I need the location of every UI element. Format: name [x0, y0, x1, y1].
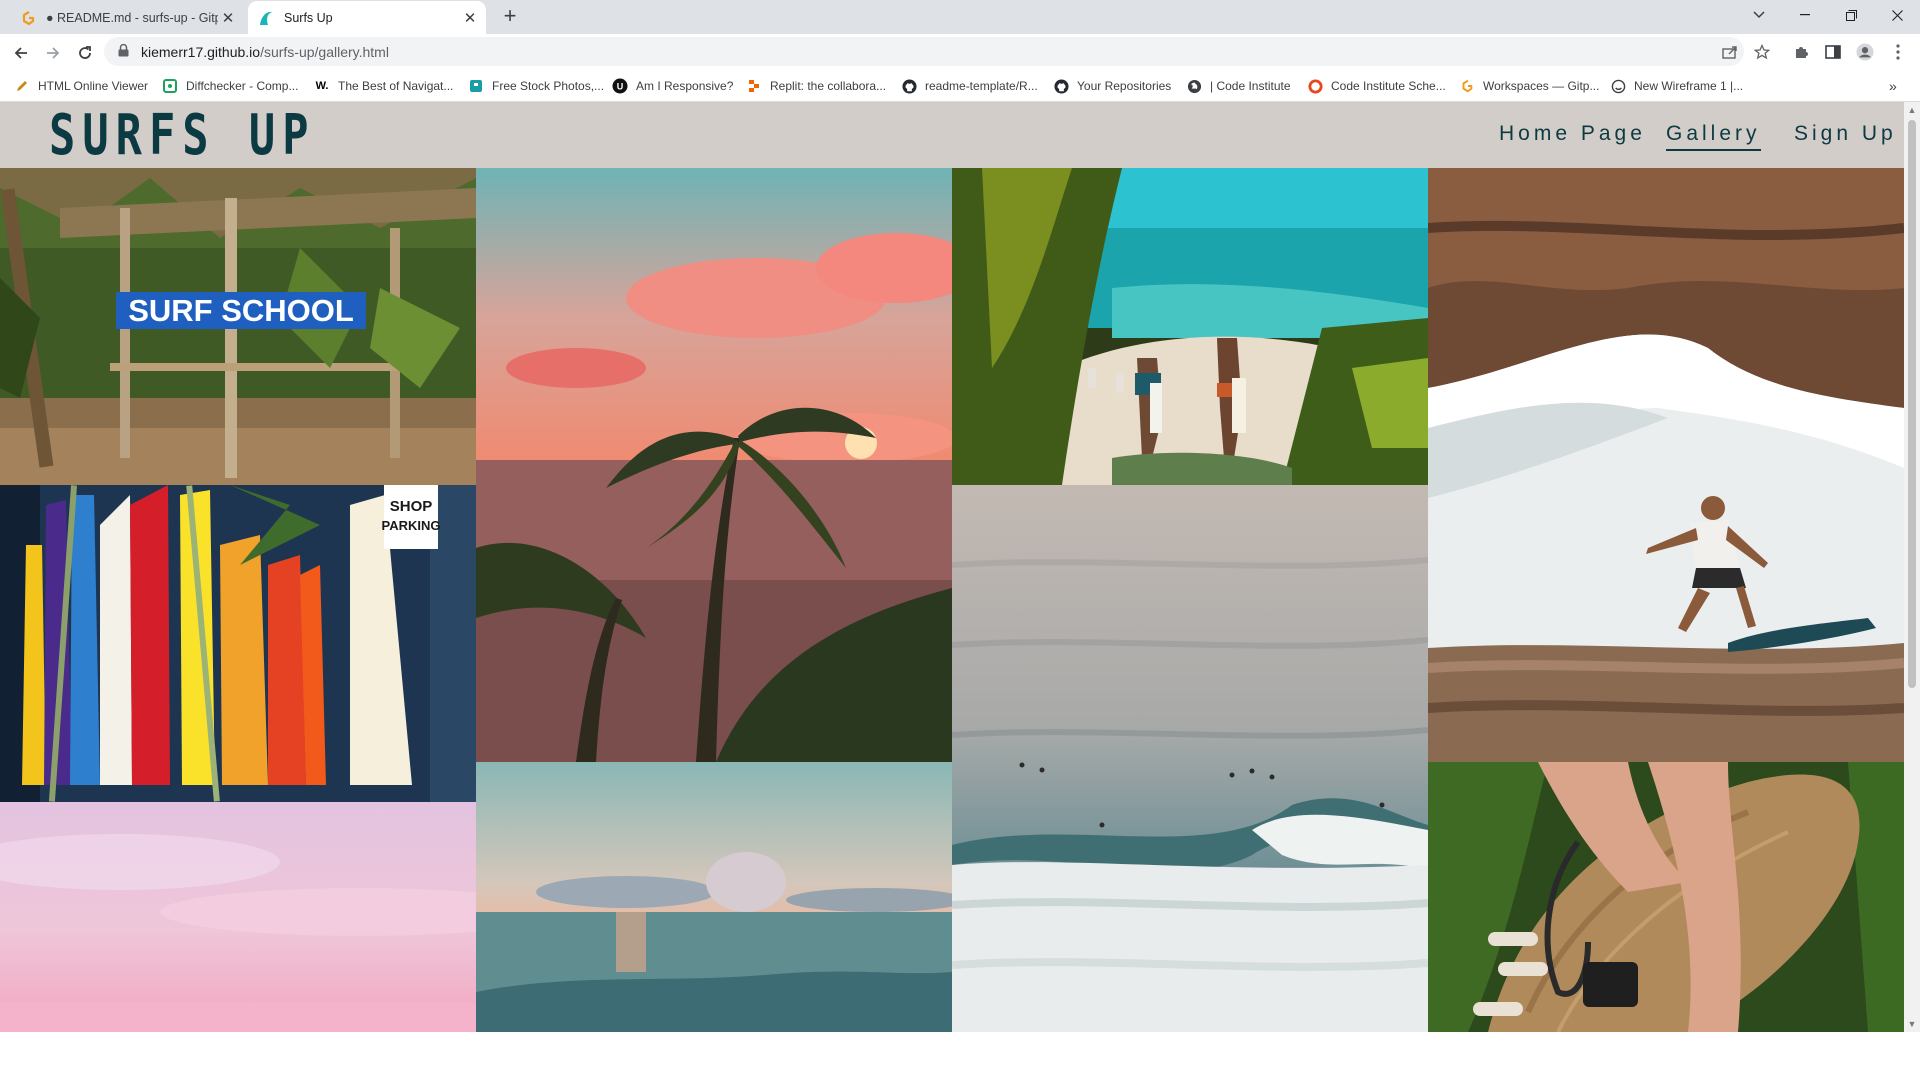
url-host: kiemerr17.github.io — [141, 43, 261, 60]
photo-surfer-barrel[interactable] — [1428, 168, 1904, 762]
address-bar[interactable]: kiemerr17.github.io/surfs-up/gallery.htm… — [104, 37, 1744, 66]
bookmark-label: Your Repositories — [1077, 79, 1172, 93]
extensions-puzzle-icon[interactable] — [1792, 43, 1810, 61]
more-bookmarks-icon[interactable]: » — [1889, 77, 1897, 95]
bookmark-html-online-viewer[interactable]: HTML Online Viewer — [14, 77, 148, 95]
photo-surf-school[interactable]: SURF SCHOOL — [0, 168, 476, 485]
bookmark-code-institute-schedule[interactable]: Code Institute Sche... — [1307, 77, 1446, 95]
bookmark-label: Am I Responsive? — [636, 79, 734, 93]
close-tab-icon[interactable]: ✕ — [460, 9, 480, 27]
close-tab-icon[interactable]: ✕ — [218, 9, 238, 27]
bookmarks-bar: HTML Online Viewer Diffchecker - Comp...… — [0, 70, 1920, 102]
photo-palm-sunset[interactable] — [476, 168, 952, 762]
tab-label: Surfs Up — [284, 10, 333, 25]
diffchecker-icon — [162, 78, 178, 94]
scrollbar-thumb[interactable] — [1908, 120, 1916, 688]
ring-icon — [1307, 78, 1323, 94]
bookmark-label: Free Stock Photos,... — [492, 79, 605, 93]
bookmark-label: Diffchecker - Comp... — [186, 79, 299, 93]
profile-avatar-icon[interactable] — [1856, 43, 1874, 61]
scroll-up-arrow-icon[interactable]: ▲ — [1906, 104, 1918, 116]
bookmark-best-of-navigation[interactable]: W. The Best of Navigat... — [314, 77, 454, 95]
photo-calm-ocean-dusk[interactable] — [476, 762, 952, 1032]
github-icon — [901, 78, 917, 94]
w-logo-icon: W. — [315, 80, 329, 92]
tab-strip: ● README.md - surfs-up - Gitpod ✕ Surfs … — [0, 0, 1920, 34]
photo-gallery: SURF SCHOOL SHOP PARKING — [0, 168, 1904, 1032]
photo-pink-sky[interactable] — [0, 802, 476, 1032]
restore-icon[interactable] — [1828, 0, 1874, 30]
bookmark-label: | Code Institute — [1210, 79, 1291, 93]
page-viewport: SURFS UP Home Page Gallery Sign Up SURF … — [0, 102, 1904, 1032]
replit-icon — [746, 78, 762, 94]
svg-text:U: U — [617, 82, 624, 92]
forward-arrow-icon[interactable] — [40, 40, 66, 66]
bookmark-label: Replit: the collabora... — [770, 79, 887, 93]
stock-photo-icon — [468, 78, 484, 94]
nav-home-page[interactable]: Home Page — [1499, 122, 1646, 149]
bookmark-readme-template[interactable]: readme-template/R... — [901, 77, 1038, 95]
tab-surfs-up[interactable]: Surfs Up ✕ — [248, 1, 486, 34]
bookmark-your-repositories[interactable]: Your Repositories — [1053, 77, 1171, 95]
bookmark-label: The Best of Navigat... — [338, 79, 454, 93]
tab-readme-gitpod[interactable]: ● README.md - surfs-up - Gitpod ✕ — [12, 1, 244, 34]
tab-label: ● README.md - surfs-up - Gitpod — [46, 10, 218, 25]
shop-parking-sign-text: SHOP — [390, 498, 433, 515]
site-header: SURFS UP Home Page Gallery Sign Up — [0, 102, 1904, 168]
bookmark-am-i-responsive[interactable]: U Am I Responsive? — [612, 77, 733, 95]
bookmark-replit[interactable]: Replit: the collabora... — [746, 77, 886, 95]
bookmark-label: HTML Online Viewer — [38, 79, 149, 93]
bookmark-free-stock-photos[interactable]: Free Stock Photos,... — [468, 77, 604, 95]
scroll-down-arrow-icon[interactable]: ▼ — [1906, 1018, 1918, 1030]
responsive-icon: U — [612, 78, 628, 94]
tab-search-icon[interactable] — [1736, 0, 1782, 30]
minimize-icon[interactable] — [1782, 0, 1828, 30]
bookmark-new-wireframe[interactable]: New Wireframe 1 |... — [1610, 77, 1743, 95]
smiley-icon — [1610, 78, 1626, 94]
lock-icon[interactable] — [118, 43, 129, 60]
close-window-icon[interactable] — [1874, 0, 1920, 30]
bookmark-label: Code Institute Sche... — [1331, 79, 1446, 93]
nav-sign-up[interactable]: Sign Up — [1794, 122, 1897, 149]
gitpod-icon — [20, 10, 36, 26]
url-path: /surfs-up/gallery.html — [260, 43, 389, 60]
nav-gallery[interactable]: Gallery — [1666, 122, 1761, 151]
bookmark-code-institute[interactable]: | Code Institute — [1186, 77, 1291, 95]
photo-beach-walkers[interactable] — [952, 168, 1428, 485]
reload-icon[interactable] — [72, 40, 98, 66]
menu-kebab-icon[interactable] — [1889, 43, 1907, 61]
site-logo[interactable]: SURFS UP — [49, 104, 316, 168]
browser-toolbar: kiemerr17.github.io/surfs-up/gallery.htm… — [0, 34, 1920, 70]
browser-window: ● README.md - surfs-up - Gitpod ✕ Surfs … — [0, 0, 1920, 1080]
wave-icon — [258, 10, 274, 26]
photo-aerial-waves[interactable] — [952, 485, 1428, 1032]
share-icon[interactable] — [1721, 43, 1739, 61]
bookmark-label: Workspaces — Gitp... — [1483, 79, 1600, 93]
bookmark-workspaces-gitpod[interactable]: Workspaces — Gitp... — [1459, 77, 1599, 95]
bookmark-label: New Wireframe 1 |... — [1634, 79, 1744, 93]
new-tab-button[interactable]: + — [498, 5, 522, 29]
back-arrow-icon[interactable] — [8, 40, 34, 66]
parking-sign-text: PARKING — [382, 518, 441, 533]
photo-surfboard-rack[interactable]: SHOP PARKING — [0, 485, 476, 802]
side-panel-icon[interactable] — [1824, 43, 1842, 61]
bookmark-label: readme-template/R... — [925, 79, 1038, 93]
surf-school-sign-text: SURF SCHOOL — [128, 293, 354, 328]
github-icon — [1053, 78, 1069, 94]
bookmark-star-icon[interactable] — [1753, 43, 1771, 61]
photo-surfboard-carry[interactable] — [1428, 762, 1904, 1032]
globe-icon — [1186, 78, 1202, 94]
pencil-icon — [14, 78, 30, 94]
gitpod-icon — [1459, 78, 1475, 94]
bookmark-diffchecker[interactable]: Diffchecker - Comp... — [162, 77, 298, 95]
